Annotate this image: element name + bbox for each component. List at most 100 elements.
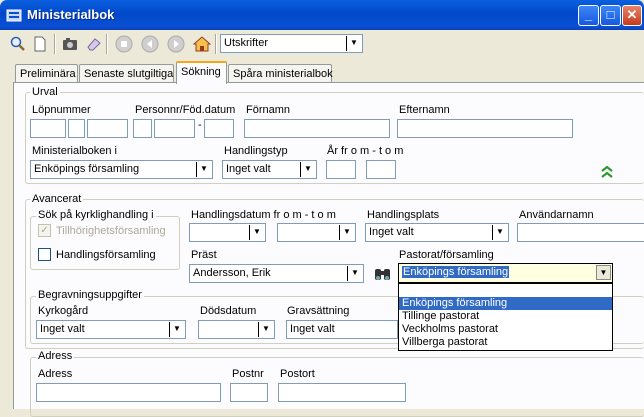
efternamn-label: Efternamn: [399, 104, 450, 116]
handlingsplats-value: Inget valt: [369, 226, 414, 238]
postort-label: Postort: [280, 368, 315, 380]
fornamn-field[interactable]: [244, 119, 390, 138]
pastorat-option[interactable]: Tillinge pastorat: [399, 310, 612, 323]
ar-to-field[interactable]: [366, 160, 396, 179]
lopnummer-field-2[interactable]: [68, 119, 85, 138]
chevron-down-icon[interactable]: ▼: [339, 225, 354, 240]
handlingstyp-select[interactable]: Inget valt ▼: [222, 160, 317, 179]
new-document-icon[interactable]: [30, 34, 50, 54]
toolbar-separator: [215, 34, 217, 54]
toolbar: Utskrifter ▼: [0, 30, 644, 58]
minimize-button[interactable]: _: [578, 5, 599, 26]
gravsattning-value: Inget valt: [290, 323, 335, 335]
handlingstyp-value: Inget valt: [226, 163, 271, 175]
chevron-down-icon[interactable]: ▼: [249, 225, 264, 240]
handlings-checkbox[interactable]: [38, 248, 51, 261]
lopnummer-label: Löpnummer: [32, 104, 91, 116]
personnr-dash: -: [198, 119, 202, 131]
urval-legend: Urval: [30, 86, 60, 98]
pastorat-select[interactable]: Enköpings församling ▼: [398, 263, 613, 283]
anvandarnamn-label: Användarnamn: [519, 209, 594, 221]
chevron-down-icon[interactable]: ▼: [596, 265, 611, 280]
toolbar-separator: [54, 34, 56, 54]
pastorat-label: Pastorat/församling: [399, 249, 494, 261]
chevron-down-icon[interactable]: ▼: [258, 322, 273, 337]
search-icon[interactable]: [8, 34, 28, 54]
kyrkogard-value: Inget valt: [40, 323, 85, 335]
chevron-down-icon[interactable]: ▼: [347, 266, 362, 281]
personnr-field-2[interactable]: [154, 119, 195, 138]
pastorat-value: Enköpings församling: [402, 266, 510, 278]
chevron-down-icon[interactable]: ▼: [300, 162, 315, 177]
tillhorighet-label: Tillhörighetsförsamling: [56, 225, 166, 237]
report-combo[interactable]: Utskrifter ▼: [220, 34, 363, 53]
pastorat-option[interactable]: Veckholms pastorat: [399, 323, 612, 336]
handlingsplats-label: Handlingsplats: [367, 209, 440, 221]
prast-select[interactable]: Andersson, Erik ▼: [189, 264, 364, 283]
dodsdatum-picker[interactable]: ▼: [198, 320, 275, 339]
dodsdatum-label: Dödsdatum: [200, 305, 257, 317]
kyrkogard-label: Kyrkogård: [38, 305, 89, 317]
adress-field[interactable]: [36, 383, 221, 402]
pastorat-option[interactable]: Villberga pastorat: [399, 336, 612, 349]
chevron-down-icon[interactable]: ▼: [196, 162, 211, 177]
tab-preliminara[interactable]: Preliminära: [15, 64, 78, 83]
begravning-legend: Begravningsuppgifter: [36, 289, 144, 301]
app-icon: [6, 7, 22, 23]
eraser-icon[interactable]: [84, 34, 104, 54]
lopnummer-field-3[interactable]: [87, 119, 128, 138]
prast-label: Präst: [191, 249, 217, 261]
ar-label: År fr o m - t o m: [327, 145, 404, 157]
stop-icon[interactable]: [114, 34, 134, 54]
toolbar-separator: [106, 34, 108, 54]
ministerialboken-label: Ministerialboken i: [32, 145, 117, 157]
anvandarnamn-field[interactable]: [517, 223, 644, 242]
camera-icon[interactable]: [60, 34, 80, 54]
pastorat-option[interactable]: [399, 284, 612, 297]
gravsattning-select[interactable]: Inget valt: [286, 320, 398, 339]
gravsattning-label: Gravsättning: [287, 305, 350, 317]
postnr-label: Postnr: [232, 368, 264, 380]
forward-icon[interactable]: [166, 34, 186, 54]
chevron-down-icon[interactable]: ▼: [346, 36, 361, 51]
personnr-field-1[interactable]: [133, 119, 152, 138]
postort-field[interactable]: [278, 383, 406, 402]
handlingsdatum-label: Handlingsdatum fr o m - t o m: [191, 209, 336, 221]
fornamn-label: Förnamn: [246, 104, 291, 116]
maximize-button[interactable]: □: [600, 5, 621, 26]
handlingsdatum-from-picker[interactable]: ▼: [189, 223, 266, 242]
tab-senaste-slutgiltiga[interactable]: Senaste slutgiltiga: [79, 64, 174, 83]
personnr-field-3[interactable]: [204, 119, 234, 138]
ar-from-field[interactable]: [326, 160, 356, 179]
prast-value: Andersson, Erik: [193, 267, 271, 279]
ministerialboken-value: Enköpings församling: [34, 163, 140, 175]
adress-legend: Adress: [36, 350, 75, 362]
pastorat-dropdown-list[interactable]: Enköpings församling Tillinge pastorat V…: [398, 283, 613, 351]
close-button[interactable]: ✕: [622, 5, 642, 26]
chevron-down-icon[interactable]: ▼: [169, 322, 184, 337]
handlingsplats-select[interactable]: Inget valt ▼: [365, 223, 509, 242]
tab-spara-ministerialbok[interactable]: Spåra ministerialbok: [228, 64, 333, 83]
chevron-down-icon[interactable]: ▼: [492, 225, 507, 240]
title-bar[interactable]: Ministerialbok _ □ ✕: [0, 0, 644, 30]
avancerat-legend: Avancerat: [30, 193, 84, 205]
window-title: Ministerialbok: [27, 7, 115, 22]
kyrkogard-select[interactable]: Inget valt ▼: [36, 320, 186, 339]
handlingsdatum-to-picker[interactable]: ▼: [277, 223, 356, 242]
adress-label: Adress: [38, 368, 73, 380]
back-icon[interactable]: [140, 34, 160, 54]
handlings-label: Handlingsförsamling: [56, 249, 156, 261]
efternamn-field[interactable]: [397, 119, 573, 138]
pastorat-option[interactable]: Enköpings församling: [399, 297, 612, 310]
kyrklig-legend: Sök på kyrklighandling i: [36, 209, 156, 221]
personnr-label: Personnr/Föd.datum: [135, 104, 236, 116]
postnr-field[interactable]: [230, 383, 268, 402]
report-combo-value: Utskrifter: [224, 37, 268, 49]
lopnummer-field-1[interactable]: [30, 119, 66, 138]
tab-sokning[interactable]: Sökning: [176, 61, 227, 84]
expand-chevron-icon[interactable]: [600, 164, 614, 180]
home-icon[interactable]: [192, 34, 212, 54]
ministerialboken-select[interactable]: Enköpings församling ▼: [30, 160, 213, 179]
binoculars-icon[interactable]: [373, 264, 393, 282]
tillhorighet-checkbox[interactable]: ✓: [38, 224, 51, 237]
